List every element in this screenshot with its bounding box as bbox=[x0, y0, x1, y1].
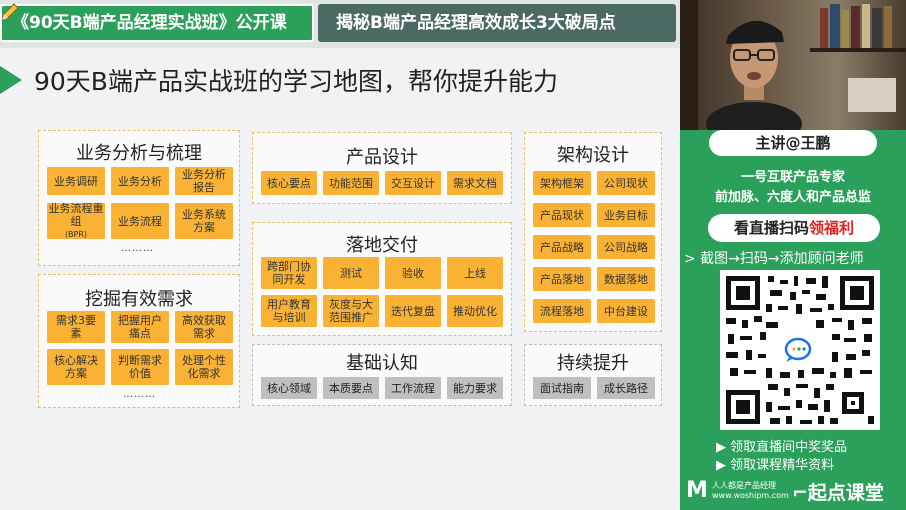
panel-business-analysis: 业务分析与梳理 业务调研 业务分析 业务分析报告 业务流程重组 (BPR) 业务流… bbox=[38, 130, 240, 266]
chip: 需求文档 bbox=[447, 171, 503, 195]
presenter-bio: 前加脉、六度人和产品总监 bbox=[714, 190, 871, 205]
panel-architecture: 架构设计 架构框架 公司现状 产品现状 业务目标 产品战略 公司战略 产品落地 … bbox=[524, 132, 662, 332]
chip: 成长路径 bbox=[597, 377, 655, 399]
chip: 处理个性化需求 bbox=[175, 349, 233, 385]
presenter-avatar bbox=[706, 20, 802, 130]
chip: 面试指南 bbox=[533, 377, 591, 399]
more-ellipsis: ……… bbox=[121, 243, 154, 254]
chip: 功能范围 bbox=[323, 171, 379, 195]
chip: 核心要点 bbox=[261, 171, 317, 195]
panel-growth: 持续提升 面试指南 成长路径 bbox=[524, 344, 662, 406]
slide-content: 90天B端产品实战班的学习地图，帮你提升能力 业务分析与梳理 业务调研 业务分析… bbox=[0, 48, 680, 510]
chip: 迭代复盘 bbox=[385, 295, 441, 327]
chip: 业务目标 bbox=[597, 203, 655, 227]
chip: 判断需求价值 bbox=[111, 349, 169, 385]
presenter-name: 主讲@王鹏 bbox=[709, 130, 877, 156]
chip: 核心领域 bbox=[261, 377, 317, 399]
chip: 业务分析 bbox=[111, 167, 169, 195]
woshipm-logo-icon: M bbox=[686, 478, 708, 503]
panel-title: 业务分析与梳理 bbox=[76, 143, 202, 164]
chip: 交互设计 bbox=[385, 171, 441, 195]
chip: 流程落地 bbox=[533, 299, 591, 323]
benefit-item: ▶ 领取直播间中奖奖品 bbox=[716, 440, 848, 455]
steps-text: > 截图→扫码→添加顾问老师 bbox=[684, 251, 864, 267]
qidian-logo-icon: ⌐ bbox=[792, 482, 808, 504]
chip: 上线 bbox=[447, 257, 503, 289]
qidian-logo: ⌐起点课堂 bbox=[792, 482, 884, 504]
chip: 中台建设 bbox=[597, 299, 655, 323]
panel-title: 持续提升 bbox=[557, 353, 629, 374]
topic-tab[interactable]: 揭秘B端产品经理高效成长3大破局点 bbox=[318, 4, 676, 42]
chip: 公司战略 bbox=[597, 235, 655, 259]
panel-basics: 基础认知 核心领域 本质要点 工作流程 能力要求 bbox=[252, 344, 512, 406]
qr-code[interactable] bbox=[720, 270, 880, 430]
chip: 能力要求 bbox=[447, 377, 503, 399]
chip: 产品现状 bbox=[533, 203, 591, 227]
panel-title: 架构设计 bbox=[557, 145, 629, 166]
title-arrow-icon bbox=[0, 66, 22, 94]
panel-title: 产品设计 bbox=[346, 147, 418, 168]
chip: 推动优化 bbox=[447, 295, 503, 327]
scan-banner: 看直播扫码领福利 bbox=[708, 214, 880, 242]
chip: 业务系统方案 bbox=[175, 203, 233, 239]
panel-title: 基础认知 bbox=[346, 353, 418, 374]
chip: 产品落地 bbox=[533, 267, 591, 291]
chip: 核心解决方案 bbox=[47, 349, 105, 385]
woshipm-logo-text: 人人都是产品经理 www.woshipm.com bbox=[712, 481, 789, 500]
panel-mining-needs: 挖掘有效需求 需求3要素 把握用户痛点 高效获取需求 核心解决方案 判断需求价值… bbox=[38, 274, 240, 408]
footer-logos: M 人人都是产品经理 www.woshipm.com ⌐起点课堂 bbox=[680, 476, 906, 510]
chip: 用户教育与培训 bbox=[261, 295, 317, 327]
chip: 架构框架 bbox=[533, 171, 591, 195]
course-title-text: 《90天B端产品经理实战班》公开课 bbox=[12, 13, 287, 33]
course-title-tab[interactable]: 《90天B端产品经理实战班》公开课 bbox=[0, 3, 314, 42]
chip: 需求3要素 bbox=[47, 311, 105, 343]
panel-title: 挖掘有效需求 bbox=[85, 289, 193, 310]
panel-delivery: 落地交付 跨部门协同开发 测试 验收 上线 用户教育与培训 灰度与大范围推广 迭… bbox=[252, 222, 512, 336]
benefit-item: ▶ 领取课程精华资料 bbox=[716, 458, 835, 473]
chip: 公司现状 bbox=[597, 171, 655, 195]
chip: 工作流程 bbox=[385, 377, 441, 399]
chip: 产品战略 bbox=[533, 235, 591, 259]
chip: 业务流程 bbox=[111, 203, 169, 239]
page-title: 90天B端产品实战班的学习地图，帮你提升能力 bbox=[34, 67, 558, 96]
chip: 业务调研 bbox=[47, 167, 105, 195]
presenter-video bbox=[680, 0, 906, 130]
chip: 本质要点 bbox=[323, 377, 379, 399]
presenter-title: 一号互联产品专家 bbox=[740, 170, 845, 185]
panel-product-design: 产品设计 核心要点 功能范围 交互设计 需求文档 bbox=[252, 132, 512, 204]
top-bar: 《90天B端产品经理实战班》公开课 揭秘B端产品经理高效成长3大破局点 bbox=[0, 0, 680, 48]
chip: 灰度与大范围推广 bbox=[323, 295, 379, 327]
topic-text: 揭秘B端产品经理高效成长3大破局点 bbox=[336, 13, 616, 33]
chip: 测试 bbox=[323, 257, 379, 289]
more-ellipsis: ……… bbox=[123, 389, 156, 400]
chip: 把握用户痛点 bbox=[111, 311, 169, 343]
chip: 高效获取需求 bbox=[175, 311, 233, 343]
chip: 业务流程重组 (BPR) bbox=[47, 201, 105, 239]
panel-title: 落地交付 bbox=[346, 235, 418, 256]
pencil-icon bbox=[1, 3, 19, 21]
chip: 业务分析报告 bbox=[175, 167, 233, 195]
promo-sidebar: 主讲@王鹏 一号互联产品专家 前加脉、六度人和产品总监 看直播扫码领福利 > 截… bbox=[680, 130, 906, 510]
chip: 验收 bbox=[385, 257, 441, 289]
chip: 跨部门协同开发 bbox=[261, 257, 317, 289]
chip: 数据落地 bbox=[597, 267, 655, 291]
